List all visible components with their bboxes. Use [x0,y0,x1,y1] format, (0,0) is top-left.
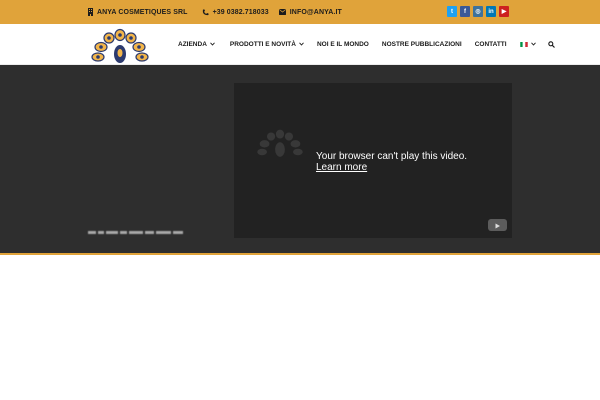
nav-item-prodotti[interactable]: PRODOTTI E NOVITÀ [230,41,304,48]
it-flag-icon [519,41,528,47]
hero-bottom-border [0,253,600,255]
search-icon [547,40,555,48]
envelope-icon [278,9,286,15]
nav-label: NOI E IL MONDO [316,40,369,48]
chevron-down-icon [299,42,304,46]
facebook-button[interactable]: f [460,6,470,17]
nav-item-azienda[interactable]: AZIENDA [178,41,215,48]
language-selector[interactable] [519,41,536,47]
phone-number: +39 0382.718033 [212,8,269,16]
social-links: t f ◎ in ▶ [447,6,509,17]
blurred-caption [88,230,198,238]
chevron-down-icon [530,42,536,46]
instagram-button[interactable]: ◎ [473,6,483,17]
peacock-watermark-icon [257,129,303,157]
nav-item-noi-e-il-mondo[interactable]: NOI E IL MONDO [317,41,369,48]
contact-info: ANYA COSMETIQUES SRL +39 0382.718033 INF… [88,0,342,24]
phone-info[interactable]: +39 0382.718033 [202,9,269,16]
youtube-icon: ▶ [501,9,507,15]
youtube-play-button[interactable] [488,219,507,231]
nav-label: AZIENDA [178,40,207,48]
nav-item-contatti[interactable]: CONTATTI [475,41,507,48]
linkedin-icon: in [488,8,494,15]
email-info[interactable]: INFO@ANYA.IT [278,8,342,16]
top-bar: ANYA COSMETIQUES SRL +39 0382.718033 INF… [0,0,600,24]
hero-section [0,65,600,253]
nav-item-pubblicazioni[interactable]: NOSTRE PUBBLICAZIONI [382,41,462,48]
learn-more-link[interactable]: Learn more [316,162,367,173]
company-name: ANYA COSMETIQUES SRL [97,8,188,16]
search-button[interactable] [547,40,555,48]
linkedin-button[interactable]: in [486,6,496,17]
phone-icon [202,9,209,16]
peacock-logo[interactable] [88,27,152,65]
company-info: ANYA COSMETIQUES SRL [88,8,188,16]
video-error-text: Your browser can't play this video. [316,151,468,162]
facebook-icon: f [464,8,466,15]
twitter-button[interactable]: t [447,6,457,17]
nav-label: PRODOTTI E NOVITÀ [229,40,296,48]
play-icon [495,223,500,229]
video-error-message: Your browser can't play this video. Lear… [316,151,467,173]
instagram-icon: ◎ [475,9,481,15]
site-header: AZIENDA PRODOTTI E NOVITÀ NOI E IL MONDO… [0,24,600,65]
nav-label: NOSTRE PUBBLICAZIONI [381,40,462,48]
building-icon [88,8,93,16]
main-nav: AZIENDA PRODOTTI E NOVITÀ NOI E IL MONDO… [178,24,555,64]
chevron-down-icon [210,42,215,46]
nav-label: CONTATTI [474,40,507,48]
email-address: INFO@ANYA.IT [289,8,342,16]
twitter-icon: t [451,8,453,15]
youtube-button[interactable]: ▶ [499,6,509,17]
page: ANYA COSMETIQUES SRL +39 0382.718033 INF… [0,0,600,400]
